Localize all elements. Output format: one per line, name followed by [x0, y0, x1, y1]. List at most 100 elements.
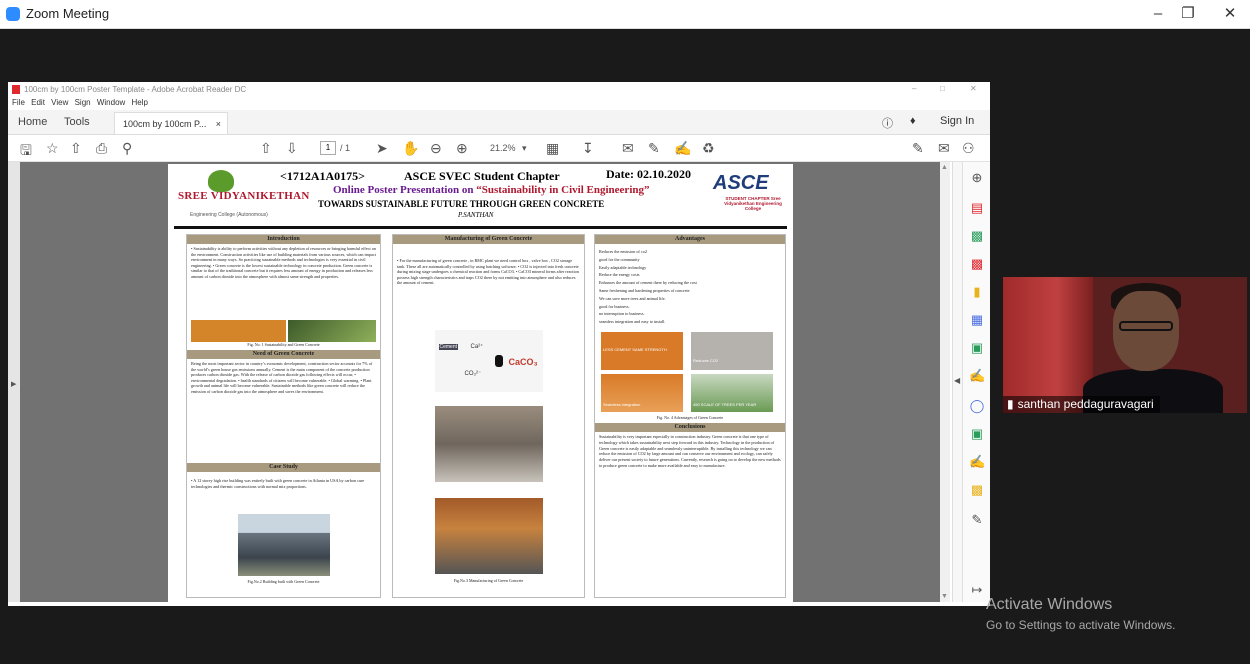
pdf-icon: [12, 85, 20, 94]
page-number-input[interactable]: 1: [320, 141, 336, 155]
restore-button[interactable]: ❐: [1168, 2, 1208, 26]
comment-icon[interactable]: ✉: [622, 140, 634, 157]
co2-tank-icon: [494, 355, 503, 367]
signal-bars-icon: ▮: [1007, 397, 1014, 411]
acrobat-minimize-button[interactable]: –: [912, 84, 916, 93]
college-logo-subtitle: Engineering College (Autonomous): [190, 212, 268, 218]
acrobat-close-button[interactable]: ✕: [970, 84, 977, 93]
combine-files-icon[interactable]: ▦: [969, 312, 985, 328]
tab-home[interactable]: Home: [18, 116, 47, 128]
send-for-review-icon[interactable]: ▩: [969, 482, 985, 498]
fill-and-sign-icon[interactable]: ✍: [969, 368, 985, 384]
scroll-down-icon[interactable]: ▼: [941, 593, 948, 600]
export-pdf-icon[interactable]: ▩: [969, 228, 985, 244]
scroll-up-icon[interactable]: ▲: [941, 164, 948, 171]
save-icon[interactable]: 🖫: [20, 140, 32, 164]
college-logo-tree-icon: [208, 170, 234, 192]
advantage-item: Reduce the energy costs: [599, 272, 640, 278]
select-cursor-icon[interactable]: ➤: [376, 140, 388, 157]
poster-online-heading: Online Poster Presentation on “Sustainab…: [333, 184, 650, 196]
collapse-tools-icon: ◀: [954, 376, 961, 385]
zoom-search-icon[interactable]: ⊕: [969, 170, 985, 186]
introduction-text: • Sustainability is ability to perform a…: [191, 246, 376, 279]
hand-tool-icon[interactable]: ✋: [402, 140, 419, 157]
section-header-manufacturing: Manufacturing of Green Concrete: [393, 235, 584, 244]
menu-view[interactable]: View: [51, 98, 68, 107]
sign-in-button[interactable]: Sign In: [940, 115, 974, 127]
organize-pages-icon[interactable]: ▤: [969, 200, 985, 216]
advantage-item: Enhances the amount of cement there by r…: [599, 280, 697, 286]
advantage-item: good for business.: [599, 303, 630, 309]
create-pdf-icon[interactable]: ▩: [969, 256, 985, 272]
menu-sign[interactable]: Sign: [75, 98, 91, 107]
figure-3-caption: Fig.No.3 Manufacturing of Green Concrete: [453, 578, 524, 583]
building-image: [237, 514, 330, 576]
page-down-icon[interactable]: ⇩: [286, 140, 298, 157]
zoom-dropdown-icon[interactable]: ▾: [522, 143, 527, 154]
tab-tools[interactable]: Tools: [64, 116, 90, 128]
more-tools-icon[interactable]: ✎: [969, 512, 985, 528]
poster-author: P.SANTHAN: [458, 211, 494, 219]
menu-window[interactable]: Window: [97, 98, 125, 107]
video-background-wall: [1003, 277, 1093, 413]
bookmark-star-icon[interactable]: ☆: [46, 140, 59, 157]
print-icon[interactable]: ⎙: [96, 140, 107, 157]
scan-ocr-icon[interactable]: ▣: [969, 426, 985, 442]
poster-id: <1712A1A0175>: [280, 169, 366, 183]
manufacturing-text: • For the manufacturing of green concret…: [397, 258, 579, 286]
participant-video[interactable]: [1003, 277, 1247, 413]
tab-document[interactable]: 100cm by 100cm P... ×: [114, 112, 228, 134]
email-icon[interactable]: ✉: [938, 140, 950, 157]
section-header-need: Need of Green Concrete: [187, 350, 380, 359]
share-icon[interactable]: ⇧: [70, 140, 82, 157]
fit-page-icon[interactable]: ▦: [546, 140, 559, 157]
poster-title: TOWARDS SUSTAINABLE FUTURE THROUGH GREEN…: [318, 199, 605, 209]
section-header-advantages: Advantages: [595, 235, 785, 244]
highlight-pen-icon[interactable]: ✎: [648, 140, 660, 157]
page-total: / 1: [340, 143, 351, 153]
acrobat-toolbar: 🖫 ☆ ⇧ ⎙ ⚲ ⇧ ⇩ 1 / 1 ➤ ✋ ⊖ ⊕ 21.2% ▾ ▦ ↧ …: [8, 135, 990, 162]
college-logo-name: SREE VIDYANIKETHAN: [178, 190, 310, 202]
find-icon[interactable]: ⚲: [122, 140, 132, 157]
close-button[interactable]: ✕: [1210, 2, 1250, 26]
caco3-diagram: Cement Ca²⁺ CO₃²⁻ CaCO₃: [434, 330, 543, 392]
acrobat-tabbar: Home Tools 100cm by 100cm P... × ⓘ ♦ Sig…: [8, 110, 990, 135]
share-people-icon[interactable]: ⚇: [962, 140, 975, 157]
collapse-rail-icon[interactable]: ↦: [969, 582, 985, 598]
diagram-label-ca: Ca²⁺: [470, 344, 484, 350]
co2-storage-image: [434, 498, 543, 574]
menu-help[interactable]: Help: [132, 98, 148, 107]
compress-pdf-icon[interactable]: ▣: [969, 340, 985, 356]
participant-name: santhan peddaguravagari: [1017, 397, 1154, 411]
menu-edit[interactable]: Edit: [31, 98, 45, 107]
left-panel-toggle[interactable]: ▶: [8, 162, 20, 602]
diagram-label-cement: Cement: [438, 344, 459, 350]
scroll-mode-icon[interactable]: ↧: [582, 140, 594, 157]
sign-icon[interactable]: ✍: [674, 140, 691, 157]
diagram-label-caco3: CaCO₃: [508, 357, 538, 367]
protect-icon[interactable]: ◯: [969, 398, 985, 414]
advantage-item: seamless integration and easy to install…: [599, 319, 666, 325]
figure-4-caption: Fig. No. 4 Advantages of Green Concrete: [656, 414, 724, 420]
page-up-icon[interactable]: ⇧: [260, 140, 272, 157]
zoom-level-select[interactable]: 21.2%: [490, 143, 516, 153]
poster-column-2: Manufacturing of Green Concrete • For th…: [392, 234, 585, 598]
menu-file[interactable]: File: [12, 98, 25, 107]
comment-tool-icon[interactable]: ▮: [969, 284, 985, 300]
expand-left-icon: ▶: [11, 381, 17, 388]
help-icon[interactable]: ⓘ: [882, 115, 893, 131]
shared-acrobat-window[interactable]: 100cm by 100cm Poster Template - Adobe A…: [8, 82, 990, 606]
zoom-out-icon[interactable]: ⊖: [430, 140, 442, 157]
stamp-icon[interactable]: ♻: [702, 140, 715, 157]
figure-2-caption: Fig.No.2 Building built with Green Concr…: [247, 579, 320, 584]
document-scrollbar[interactable]: ▲ ▼: [940, 162, 950, 602]
need-text: Being the most important sector in count…: [191, 361, 373, 394]
request-signature-icon[interactable]: ✍: [969, 454, 985, 470]
zoom-in-icon[interactable]: ⊕: [456, 140, 468, 157]
bell-icon[interactable]: ♦: [910, 115, 916, 127]
fill-sign-icon[interactable]: ✎: [912, 140, 924, 157]
activate-windows-title: Activate Windows: [986, 596, 1113, 613]
acrobat-restore-button[interactable]: □: [940, 84, 945, 93]
poster-online-prefix: Online Poster Presentation on: [333, 184, 474, 196]
tab-close-icon[interactable]: ×: [216, 113, 221, 135]
